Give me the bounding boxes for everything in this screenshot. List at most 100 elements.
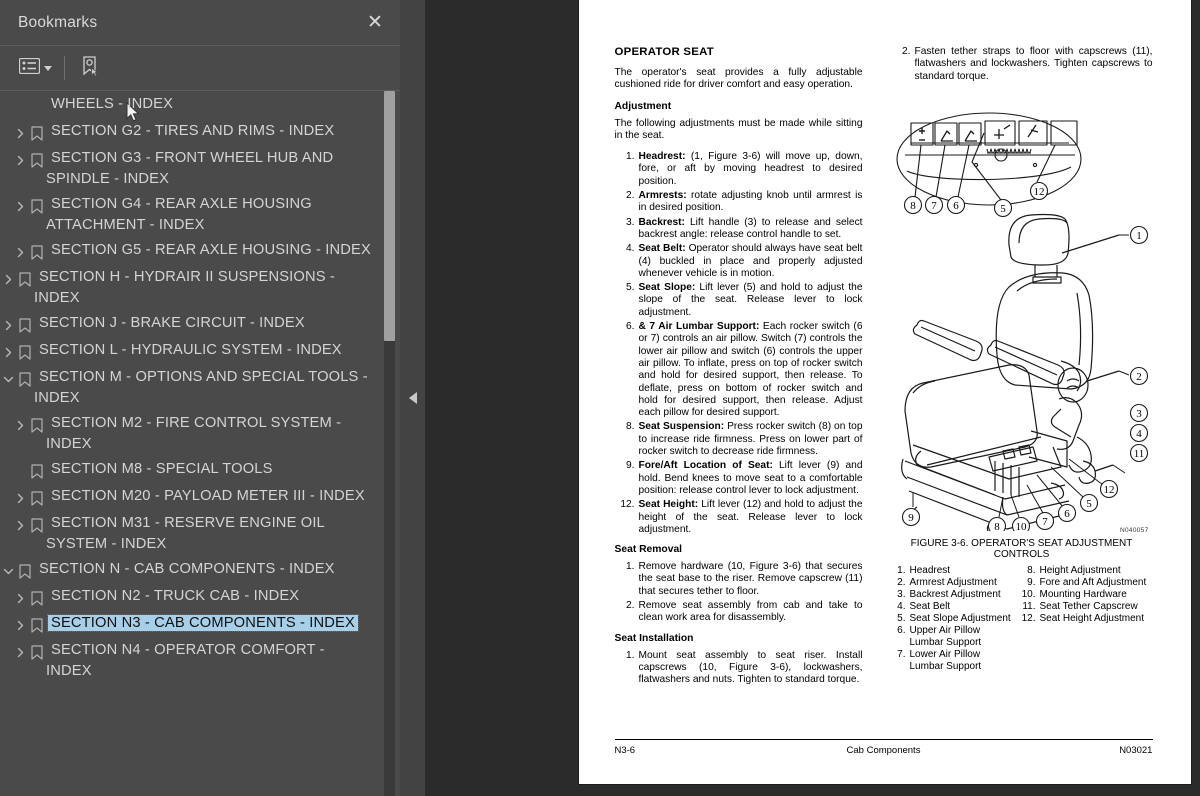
chevron-right-icon[interactable] (0, 314, 16, 336)
installation-continued-list: 2. Fasten tether straps to floor with cap… (891, 46, 1153, 83)
step-number: 5. (626, 282, 635, 294)
bookmark-item-label: SECTION N2 - TRUCK CAB - INDEX (51, 588, 300, 604)
legend-entry: 12. Seat Height Adjustment (1021, 613, 1151, 625)
step-lead: Seat Suspension: (638, 421, 725, 433)
step-text: Mount seat assembly to seat riser. Insta… (638, 649, 863, 686)
bookmark-item[interactable]: SECTION M20 - PAYLOAD METER III - INDEX (0, 484, 400, 511)
bookmark-item-label: SECTION L - HYDRAULIC SYSTEM - INDEX (39, 342, 342, 358)
bookmarks-scrollbar-thumb[interactable] (384, 91, 395, 341)
step-lead: Fore/Aft Location of Seat: (638, 460, 773, 472)
chevron-right-icon[interactable] (12, 587, 28, 609)
step-text: Seat Slope: Lift lever (5) and hold to a… (638, 282, 863, 318)
svg-text:1: 1 (1136, 230, 1142, 242)
figure-legend: 1. Headrest 2. Armrest Adjustment 3. Backrest… (891, 565, 1153, 673)
step-number: 9. (626, 460, 635, 472)
procedure-step: 2. Armrests: rotate adjusting knob until … (615, 190, 863, 215)
bookmark-icon (28, 641, 46, 663)
bookmark-item-label: SECTION M31 - RESERVE ENGINE OIL SYSTEM … (46, 515, 325, 552)
seat-installation-steps-list: 1. Mount seat assembly to seat riser. Ins… (615, 650, 863, 687)
bookmark-item[interactable]: SECTION G3 - FRONT WHEEL HUB AND SPINDLE… (0, 146, 400, 192)
step-text: Remove hardware (10, Figure 3-6) that se… (638, 561, 863, 597)
legend-number: 9. (1027, 577, 1036, 589)
legend-label: Seat Height Adjustment (1039, 613, 1145, 625)
bookmark-item[interactable]: SECTION G2 - TIRES AND RIMS - INDEX (0, 119, 400, 146)
document-viewer[interactable]: OPERATOR SEAT The operator's seat provid… (425, 0, 1200, 796)
bookmark-icon (28, 195, 46, 217)
bookmark-item[interactable]: SECTION N3 - CAB COMPONENTS - INDEX (0, 611, 400, 638)
bookmark-item[interactable]: SECTION G5 - REAR AXLE HOUSING - INDEX (0, 238, 400, 265)
adjustment-heading: Adjustment (614, 100, 672, 112)
pdf-reader-window: Bookmarks ✕ WHEELS - INDEX SECTION G2 - … (0, 0, 1200, 796)
chevron-right-icon[interactable] (0, 268, 16, 290)
bookmark-icon (28, 460, 46, 482)
step-text: Remove seat assembly from cab and take t… (638, 599, 863, 624)
chevron-right-icon[interactable] (12, 241, 28, 263)
step-text: Fasten tether straps to floor with capsc… (914, 46, 1153, 82)
chevron-down-icon[interactable] (0, 368, 16, 390)
legend-entry: 2. Armrest Adjustment (891, 577, 1015, 589)
svg-text:9: 9 (908, 512, 914, 524)
step-number: 2. (902, 46, 911, 57)
bookmark-item[interactable]: SECTION N4 - OPERATOR COMFORT - INDEX (0, 638, 400, 684)
procedure-step: 1. Mount seat assembly to seat riser. Ins… (615, 650, 863, 687)
chevron-right-icon[interactable] (12, 414, 28, 436)
footer-document-code: N03021 (1119, 745, 1153, 756)
new-bookmark-button[interactable] (76, 54, 104, 82)
svg-text:10: 10 (1015, 521, 1027, 531)
bookmark-icon (28, 514, 46, 536)
procedure-step: 9. Fore/Aft Location of Seat: Lift lever … (615, 460, 863, 497)
bookmark-icon (16, 268, 34, 290)
svg-text:7: 7 (931, 200, 937, 212)
bookmark-item[interactable]: SECTION L - HYDRAULIC SYSTEM - INDEX (0, 338, 400, 365)
step-number: 12. (620, 499, 635, 511)
bookmark-item[interactable]: SECTION N2 - TRUCK CAB - INDEX (0, 584, 400, 611)
bookmark-item[interactable]: SECTION H - HYDRAIR II SUSPENSIONS - IND… (0, 265, 400, 311)
bookmark-options-button[interactable] (16, 54, 55, 82)
chevron-right-icon[interactable] (12, 122, 28, 144)
step-number: 2. (626, 599, 635, 611)
collapse-left-arrow-icon[interactable] (408, 392, 417, 404)
bookmark-item[interactable]: SECTION J - BRAKE CIRCUIT - INDEX (0, 311, 400, 338)
bookmark-item[interactable]: WHEELS - INDEX (0, 92, 400, 119)
bookmark-item[interactable]: SECTION M2 - FIRE CONTROL SYSTEM - INDEX (0, 411, 400, 457)
chevron-right-icon[interactable] (12, 487, 28, 509)
bookmarks-list[interactable]: WHEELS - INDEX SECTION G2 - TIRES AND RIM… (0, 91, 400, 796)
svg-text:8: 8 (910, 200, 916, 212)
chevron-right-icon[interactable] (0, 341, 16, 363)
bookmark-item-label: SECTION N3 - CAB COMPONENTS - INDEX (47, 614, 359, 632)
chevron-right-icon[interactable] (12, 641, 28, 663)
bookmark-item[interactable]: SECTION M31 - RESERVE ENGINE OIL SYSTEM … (0, 511, 400, 557)
bookmark-item[interactable]: SECTION M - OPTIONS AND SPECIAL TOOLS - … (0, 365, 400, 411)
bookmark-item[interactable]: SECTION G4 - REAR AXLE HOUSING ATTACHMEN… (0, 192, 400, 238)
chevron-right-icon[interactable] (12, 614, 28, 636)
bookmark-item[interactable]: SECTION M8 - SPECIAL TOOLS (0, 457, 400, 484)
step-lead: & 7 Air Lumbar Support: (638, 321, 760, 333)
chevron-down-icon[interactable] (0, 560, 16, 582)
svg-text:12: 12 (1033, 186, 1044, 198)
chevron-right-icon[interactable] (12, 514, 28, 536)
bookmark-icon (16, 560, 34, 582)
bookmark-icon (28, 241, 46, 263)
close-icon[interactable]: ✕ (364, 12, 386, 34)
bookmarks-scrollbar[interactable] (384, 91, 395, 796)
legend-number: 10. (1021, 589, 1036, 601)
chevron-right-icon[interactable] (12, 195, 28, 217)
bookmark-item[interactable]: SECTION N - CAB COMPONENTS - INDEX (0, 557, 400, 584)
figure-caption: FIGURE 3-6. OPERATOR'S SEAT ADJUSTMENT C… (910, 537, 1133, 561)
bookmark-icon (28, 149, 46, 171)
legend-number: 1. (897, 565, 906, 577)
bookmark-item-label: SECTION M - OPTIONS AND SPECIAL TOOLS - … (34, 369, 368, 406)
legend-label: Armrest Adjustment (909, 577, 997, 589)
chevron-right-icon[interactable] (12, 149, 28, 171)
svg-text:5: 5 (1086, 498, 1092, 510)
svg-text:12: 12 (1103, 484, 1114, 496)
procedure-step: 12. Seat Height: Lift lever (12) and hold… (615, 499, 862, 536)
bookmarks-panel-header: Bookmarks ✕ (0, 0, 400, 46)
legend-entry: 7. Lower Air Pillow Lumbar Support (891, 649, 1015, 673)
step-text: Seat Belt: Operator should always have s… (638, 243, 863, 279)
bookmark-icon (28, 95, 46, 117)
panel-splitter[interactable] (400, 0, 425, 796)
step-number: 4. (626, 243, 635, 255)
legend-label: Upper Air Pillow Lumbar Support (909, 625, 982, 649)
svg-text:6: 6 (1064, 508, 1070, 520)
